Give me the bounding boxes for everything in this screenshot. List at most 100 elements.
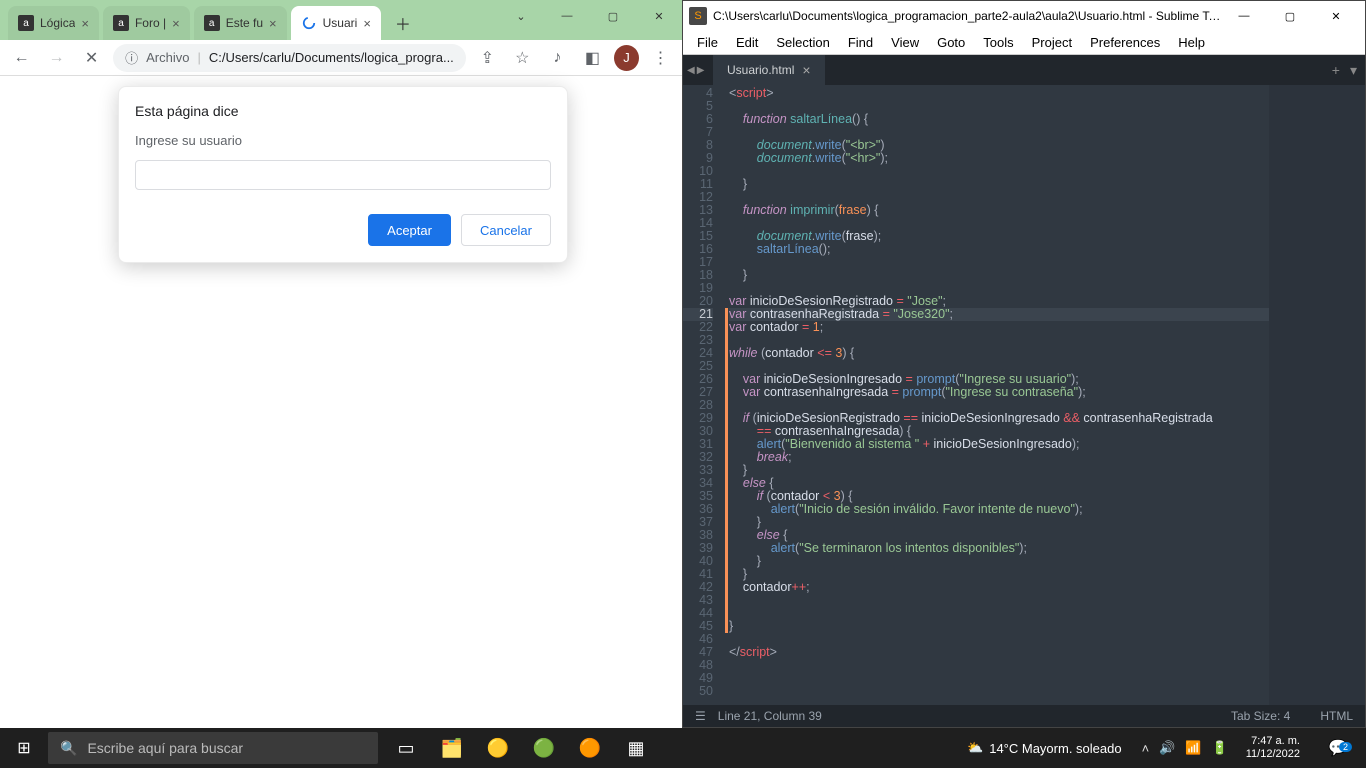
close-window-icon[interactable]: ✕	[636, 0, 682, 32]
notification-center[interactable]: 💬2	[1318, 738, 1358, 758]
maximize-icon[interactable]: ▢	[1267, 2, 1313, 30]
menubar: File Edit Selection Find View Goto Tools…	[683, 31, 1365, 55]
prompt-input[interactable]	[135, 160, 551, 190]
close-icon[interactable]: ×	[363, 16, 371, 31]
menu-view[interactable]: View	[883, 33, 927, 52]
tab-label: Este fu	[226, 16, 263, 30]
status-bar: ☰ Line 21, Column 39 Tab Size: 4 HTML	[683, 705, 1365, 727]
close-icon[interactable]: ×	[81, 16, 89, 31]
chrome-canary-app-icon[interactable]: 🟠	[568, 728, 612, 768]
scheme-label: Archivo	[146, 50, 189, 65]
menu-icon[interactable]: ☰	[695, 709, 706, 723]
menu-icon[interactable]: ⋮	[647, 44, 674, 72]
address-bar[interactable]: ⓘ Archivo | C:/Users/carlu/Documents/log…	[113, 44, 466, 72]
chrome-tab-active[interactable]: Usuari ×	[291, 6, 381, 40]
sublime-tabbar: ◀▶ Usuario.html × + ▾	[683, 55, 1365, 85]
editor-area[interactable]: 4567891011121314151617181920212223242526…	[683, 85, 1365, 705]
menu-selection[interactable]: Selection	[768, 33, 837, 52]
accept-button[interactable]: Aceptar	[368, 214, 451, 246]
menu-tools[interactable]: Tools	[975, 33, 1021, 52]
clock[interactable]: 7:47 a. m. 11/12/2022	[1238, 735, 1308, 761]
dialog-title: Esta página dice	[135, 103, 551, 119]
file-tab-label: Usuario.html	[727, 63, 794, 77]
windows-taskbar: ⊞ 🔍 Escribe aquí para buscar ▭ 🗂️ 🟡 🟢 🟠 …	[0, 728, 1366, 768]
new-tab-button[interactable]: ＋	[389, 9, 417, 37]
menu-find[interactable]: Find	[840, 33, 881, 52]
forward-button[interactable]: →	[43, 44, 70, 72]
tab-right-icon[interactable]: ▶	[697, 65, 705, 76]
chrome-tab[interactable]: a Lógica ×	[8, 6, 99, 40]
minimap[interactable]	[1269, 85, 1365, 705]
maximize-icon[interactable]: ▢	[590, 0, 636, 32]
site-favicon: a	[113, 15, 129, 31]
avatar-initial: J	[623, 50, 630, 65]
taskbar-apps: ▭ 🗂️ 🟡 🟢 🟠 ▦	[384, 728, 658, 768]
window-controls: ― ▢ ✕	[1221, 2, 1359, 30]
chrome-window: a Lógica × a Foro | × a Este fu × Usuari…	[0, 0, 682, 728]
chrome-tab[interactable]: a Foro | ×	[103, 6, 190, 40]
share-icon[interactable]: ⇪	[474, 44, 501, 72]
new-tab-icon[interactable]: +	[1332, 62, 1340, 78]
taskview-icon[interactable]: ▭	[384, 728, 428, 768]
page-content: Esta página dice Ingrese su usuario Acep…	[0, 76, 682, 728]
url-text: C:/Users/carlu/Documents/logica_progra..…	[209, 50, 454, 65]
tab-menu-icon[interactable]: ▾	[1350, 62, 1357, 79]
menu-edit[interactable]: Edit	[728, 33, 766, 52]
tab-label: Foro |	[135, 16, 166, 30]
info-icon[interactable]: ⓘ	[125, 48, 138, 67]
js-prompt-dialog: Esta página dice Ingrese su usuario Acep…	[118, 86, 568, 263]
window-title: C:\Users\carlu\Documents\logica_programa…	[713, 9, 1221, 23]
cursor-position[interactable]: Line 21, Column 39	[718, 709, 822, 723]
tab-left-icon[interactable]: ◀	[687, 65, 695, 76]
profile-avatar[interactable]: J	[614, 45, 639, 71]
menu-goto[interactable]: Goto	[929, 33, 973, 52]
start-button[interactable]: ⊞	[0, 728, 48, 768]
sublime-app-icon[interactable]: ▦	[614, 728, 658, 768]
minimize-icon[interactable]: ―	[1221, 2, 1267, 30]
weather-widget[interactable]: ⛅ 14°C Mayorm. soleado	[957, 740, 1132, 756]
menu-project[interactable]: Project	[1024, 33, 1080, 52]
menu-help[interactable]: Help	[1170, 33, 1213, 52]
line-gutter[interactable]: 4567891011121314151617181920212223242526…	[683, 85, 723, 705]
syntax-lang[interactable]: HTML	[1320, 709, 1353, 723]
window-controls: ⌄ ― ▢ ✕	[498, 0, 682, 32]
battery-icon[interactable]: 🔋	[1212, 740, 1228, 756]
search-placeholder: Escribe aquí para buscar	[87, 740, 243, 756]
close-icon[interactable]: ×	[172, 16, 180, 31]
spotify-app-icon[interactable]: 🟢	[522, 728, 566, 768]
system-tray: ⛅ 14°C Mayorm. soleado ˄ 🔊 📶 🔋 7:47 a. m…	[957, 728, 1366, 768]
code-area[interactable]: <script> function saltarLínea() { docume…	[723, 85, 1269, 705]
clock-date: 11/12/2022	[1246, 748, 1300, 761]
chevron-up-icon[interactable]: ˄	[1142, 741, 1150, 756]
explorer-app-icon[interactable]: 🗂️	[430, 728, 474, 768]
chrome-tab[interactable]: a Este fu ×	[194, 6, 287, 40]
arrange-icon[interactable]: ⌄	[498, 0, 544, 32]
back-button[interactable]: ←	[8, 44, 35, 72]
close-icon[interactable]: ×	[802, 62, 810, 78]
volume-icon[interactable]: 🔊	[1159, 740, 1175, 756]
stop-reload-button[interactable]: ✕	[78, 44, 105, 72]
file-tab[interactable]: Usuario.html ×	[713, 55, 826, 85]
chrome-tabs: a Lógica × a Foro | × a Este fu × Usuari…	[8, 6, 417, 40]
site-favicon: a	[204, 15, 220, 31]
extension-icon[interactable]: ♪	[544, 44, 571, 72]
menu-file[interactable]: File	[689, 33, 726, 52]
minimize-icon[interactable]: ―	[544, 0, 590, 32]
taskbar-search[interactable]: 🔍 Escribe aquí para buscar	[48, 732, 378, 764]
bookmark-icon[interactable]: ☆	[509, 44, 536, 72]
loading-spinner-icon	[301, 15, 317, 31]
chrome-app-icon[interactable]: 🟡	[476, 728, 520, 768]
weather-text: 14°C Mayorm. soleado	[989, 741, 1121, 756]
chrome-toolbar: ← → ✕ ⓘ Archivo | C:/Users/carlu/Documen…	[0, 40, 682, 76]
extension-icon[interactable]: ◧	[579, 44, 606, 72]
tab-label: Lógica	[40, 16, 75, 30]
wifi-icon[interactable]: 📶	[1185, 740, 1201, 756]
cancel-button[interactable]: Cancelar	[461, 214, 551, 246]
close-window-icon[interactable]: ✕	[1313, 2, 1359, 30]
sublime-window: S C:\Users\carlu\Documents\logica_progra…	[682, 0, 1366, 728]
menu-preferences[interactable]: Preferences	[1082, 33, 1168, 52]
close-icon[interactable]: ×	[269, 16, 277, 31]
tab-size[interactable]: Tab Size: 4	[1231, 709, 1290, 723]
site-favicon: a	[18, 15, 34, 31]
sublime-titlebar[interactable]: S C:\Users\carlu\Documents\logica_progra…	[683, 1, 1365, 31]
